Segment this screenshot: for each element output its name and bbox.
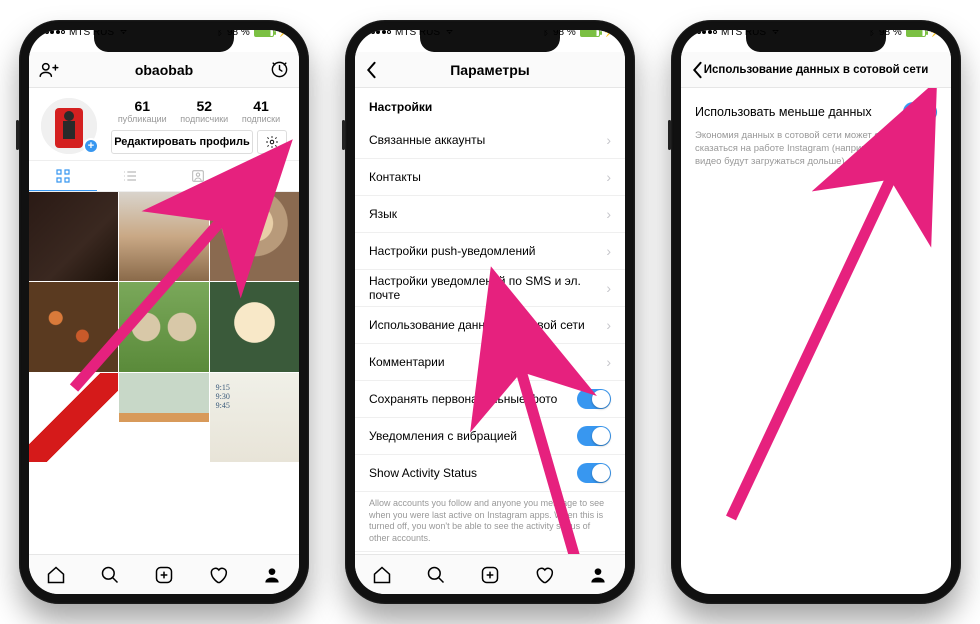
carrier-label: MTS RUS (395, 30, 440, 38)
grid-item[interactable] (119, 282, 208, 371)
list-tab[interactable] (97, 161, 165, 191)
search-tab[interactable] (409, 555, 463, 594)
photo-grid (29, 192, 299, 462)
grid-item[interactable] (29, 282, 118, 371)
grid-item[interactable] (210, 192, 299, 281)
activity-note: Allow accounts you follow and anyone you… (355, 492, 625, 551)
tagged-tab[interactable] (164, 161, 232, 191)
save-original-row[interactable]: Сохранять первоначальные фото (355, 381, 625, 418)
tab-bar (29, 554, 299, 594)
settings-header: Параметры (355, 52, 625, 88)
search-tab[interactable] (83, 555, 137, 594)
comments-row[interactable]: Комментарии› (355, 344, 625, 381)
chevron-right-icon: › (606, 206, 611, 222)
chevron-right-icon: › (606, 243, 611, 259)
home-tab[interactable] (29, 555, 83, 594)
followers-stat[interactable]: 52подписчики (180, 98, 228, 124)
battery-icon (580, 30, 600, 37)
toggle[interactable] (903, 102, 937, 122)
grid-item[interactable] (29, 192, 118, 281)
grid-item[interactable] (119, 192, 208, 281)
use-less-data-row[interactable]: Использовать меньше данных (681, 88, 951, 130)
grid-item[interactable] (119, 373, 208, 462)
home-tab[interactable] (355, 555, 409, 594)
profile-tab[interactable] (245, 555, 299, 594)
description-text: Экономия данных в сотовой сети может отр… (681, 130, 951, 168)
add-tab[interactable] (137, 555, 191, 594)
username-title[interactable]: obaobab (135, 62, 193, 78)
bluetooth-icon: ᛒ (217, 30, 223, 38)
signal-icon (365, 30, 391, 34)
chevron-right-icon: › (606, 354, 611, 370)
archive-button[interactable] (260, 52, 299, 87)
back-button[interactable] (681, 52, 713, 87)
sms-email-notif-row[interactable]: Настройки уведомлений по SMS и эл. почте… (355, 270, 625, 307)
vibrate-row[interactable]: Уведомления с вибрацией (355, 418, 625, 455)
activity-tab[interactable] (517, 555, 571, 594)
chevron-right-icon: › (606, 132, 611, 148)
signal-icon (39, 30, 65, 34)
chevron-right-icon: › (606, 317, 611, 333)
carrier-label: MTS RUS (721, 30, 766, 38)
avatar[interactable]: + (41, 98, 97, 154)
grid-item[interactable] (210, 282, 299, 371)
section-header: Настройки (355, 88, 625, 122)
settings-button[interactable] (257, 130, 287, 154)
screen: MTS RUS ᛒ 98 % ⚡ obaobab (29, 30, 299, 594)
discover-people-button[interactable] (29, 52, 69, 87)
profile-tabs (29, 160, 299, 192)
wifi-icon (444, 30, 455, 38)
data-usage-header: Использование данных в сотовой сети (681, 52, 951, 88)
wifi-icon (770, 30, 781, 38)
back-button[interactable] (355, 52, 387, 87)
grid-tab[interactable] (29, 161, 97, 191)
following-stat[interactable]: 41подписки (242, 98, 280, 124)
page-title: Параметры (450, 62, 530, 78)
charging-icon: ⚡ (930, 30, 941, 38)
signal-icon (691, 30, 717, 34)
phone-mock-2: MTS RUS ᛒ 98 % ⚡ Параметры Настройки Свя… (345, 20, 635, 604)
battery-pct: 98 % (553, 30, 576, 38)
battery-pct: 98 % (227, 30, 250, 38)
add-tab[interactable] (463, 555, 517, 594)
edit-profile-button[interactable]: Редактировать профиль (111, 130, 253, 154)
carrier-label: MTS RUS (69, 30, 114, 38)
charging-icon: ⚡ (604, 30, 615, 38)
phone-mock-3: MTS RUS ᛒ 98 % ⚡ Использование данных в … (671, 20, 961, 604)
toggle[interactable] (577, 463, 611, 483)
profile-tab[interactable] (571, 555, 625, 594)
contacts-row[interactable]: Контакты› (355, 159, 625, 196)
toggle[interactable] (577, 426, 611, 446)
activity-status-row[interactable]: Show Activity Status (355, 455, 625, 492)
battery-icon (906, 30, 926, 37)
chevron-right-icon: › (606, 169, 611, 185)
section-header: Поддержка (355, 551, 625, 554)
chevron-right-icon: › (606, 280, 611, 296)
profile-header: obaobab (29, 52, 299, 88)
toggle[interactable] (577, 389, 611, 409)
saved-tab[interactable] (232, 161, 300, 191)
battery-icon (254, 30, 274, 37)
tab-bar (355, 554, 625, 594)
bluetooth-icon: ᛒ (869, 30, 875, 38)
add-story-icon[interactable]: + (83, 138, 99, 154)
battery-pct: 98 % (879, 30, 902, 38)
posts-stat[interactable]: 61публикации (118, 98, 167, 124)
activity-tab[interactable] (191, 555, 245, 594)
bluetooth-icon: ᛒ (543, 30, 549, 38)
grid-item[interactable] (29, 373, 118, 462)
grid-item[interactable] (210, 373, 299, 462)
push-notif-row[interactable]: Настройки push-уведомлений› (355, 233, 625, 270)
phone-mock-1: MTS RUS ᛒ 98 % ⚡ obaobab (19, 20, 309, 604)
linked-accounts-row[interactable]: Связанные аккаунты› (355, 122, 625, 159)
page-title: Использование данных в сотовой сети (704, 64, 929, 76)
cellular-data-row[interactable]: Использование данных в сотовой сети› (355, 307, 625, 344)
wifi-icon (118, 30, 129, 38)
language-row[interactable]: Язык› (355, 196, 625, 233)
charging-icon: ⚡ (278, 30, 289, 38)
